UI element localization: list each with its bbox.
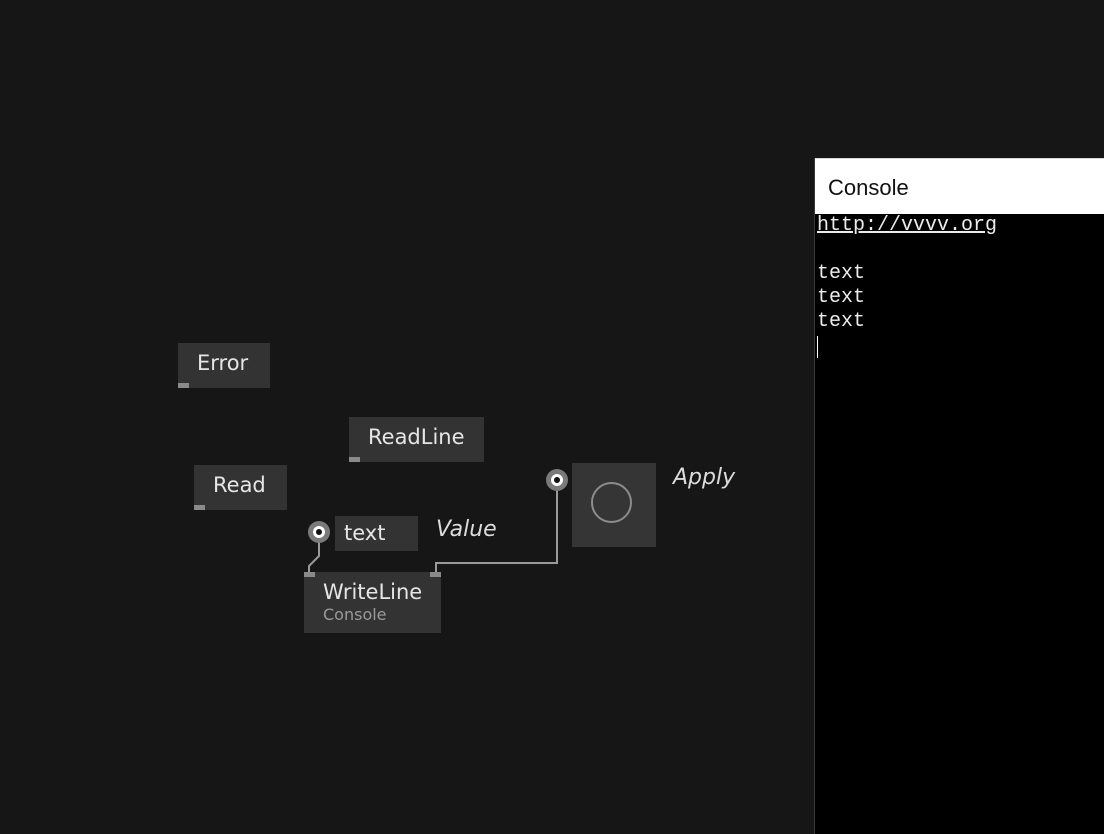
node-writeline-input-text-pin[interactable] bbox=[304, 572, 315, 577]
patch-canvas[interactable]: Error ReadLine Read text Value WriteLine… bbox=[0, 0, 1104, 834]
console-line: text bbox=[817, 262, 866, 285]
node-error[interactable]: Error bbox=[178, 343, 270, 388]
text-pad-handle-dot bbox=[313, 526, 325, 538]
console-caret bbox=[817, 336, 818, 358]
node-writeline-category: Console bbox=[323, 605, 387, 624]
node-writeline[interactable]: WriteLine Console bbox=[304, 572, 441, 633]
console-title: Console bbox=[828, 175, 909, 200]
text-iobox[interactable]: text bbox=[335, 516, 418, 551]
apply-pad-handle[interactable] bbox=[546, 469, 568, 491]
value-pad-label: Value bbox=[436, 517, 497, 542]
console-output[interactable]: http://vvvv.org text text text bbox=[817, 214, 997, 358]
text-iobox-value: text bbox=[344, 521, 386, 545]
console-titlebar[interactable]: Console bbox=[815, 158, 1104, 214]
apply-pad-label: Apply bbox=[673, 465, 736, 490]
link-text-to-writeline bbox=[308, 540, 320, 572]
console-link[interactable]: http://vvvv.org bbox=[817, 214, 997, 238]
node-writeline-label: WriteLine bbox=[323, 580, 423, 604]
node-writeline-input-apply-pin[interactable] bbox=[430, 572, 441, 577]
node-read-label: Read bbox=[213, 473, 266, 497]
apply-bang-button[interactable] bbox=[572, 463, 656, 547]
node-read[interactable]: Read bbox=[194, 465, 287, 510]
node-read-output-pin[interactable] bbox=[194, 505, 205, 510]
node-readline[interactable]: ReadLine bbox=[349, 417, 484, 462]
console-window[interactable]: Console http://vvvv.org text text text bbox=[814, 158, 1104, 834]
text-pad-handle[interactable] bbox=[308, 521, 330, 543]
node-error-output-pin[interactable] bbox=[178, 383, 189, 388]
node-readline-label: ReadLine bbox=[368, 425, 465, 449]
node-readline-output-pin[interactable] bbox=[349, 457, 360, 462]
apply-pad-handle-dot bbox=[551, 474, 563, 486]
console-line: text bbox=[817, 286, 866, 309]
bang-circle-icon bbox=[591, 482, 632, 523]
node-error-label: Error bbox=[197, 351, 249, 375]
console-line: text bbox=[817, 310, 866, 333]
